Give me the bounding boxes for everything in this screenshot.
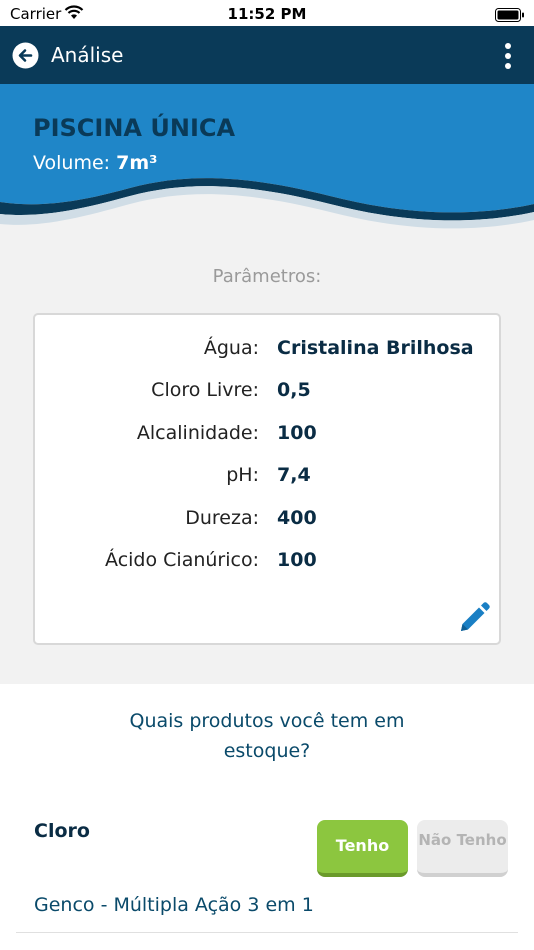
not-have-button[interactable]: Não Tenho (417, 820, 508, 877)
param-label: pH: (226, 464, 259, 486)
param-row-alcalinidade: Alcalinidade: 100 (35, 422, 499, 452)
have-button[interactable]: Tenho (317, 820, 408, 877)
param-value: 7,4 (277, 464, 311, 486)
param-label: Alcalinidade: (136, 422, 259, 444)
param-label: Dureza: (185, 507, 259, 529)
pool-header: PISCINA ÚNICA Volume: 7m³ (0, 84, 534, 240)
param-row-cloro-livre: Cloro Livre: 0,5 (35, 379, 499, 409)
param-row-acido-cianurico: Ácido Cianúrico: 100 (35, 549, 499, 579)
more-vertical-icon (505, 43, 511, 69)
arrow-left-circle-icon (12, 42, 39, 69)
volume-label: Volume: (33, 152, 111, 174)
pool-name: PISCINA ÚNICA (33, 114, 236, 142)
param-value: 100 (277, 549, 317, 571)
status-time: 11:52 PM (227, 5, 307, 23)
product-category: Cloro (34, 820, 90, 842)
pencil-icon (461, 602, 490, 631)
param-value: 400 (277, 507, 317, 529)
param-label: Água: (203, 337, 259, 359)
pool-volume: Volume: 7m³ (33, 152, 157, 174)
nav-bar: Análise (0, 26, 534, 84)
param-value: Cristalina Brilhosa (277, 337, 474, 359)
param-row-ph: pH: 7,4 (35, 464, 499, 494)
more-options-button[interactable] (496, 40, 520, 72)
param-value: 0,5 (277, 379, 311, 401)
back-button[interactable] (12, 42, 39, 69)
param-value: 100 (277, 422, 317, 444)
volume-value: 7m³ (116, 152, 158, 174)
parameters-title: Parâmetros: (212, 266, 322, 287)
stock-section: Quais produtos você tem em estoque? Clor… (0, 684, 534, 950)
parameters-card: Água: Cristalina Brilhosa Cloro Livre: 0… (33, 313, 501, 645)
param-row-agua: Água: Cristalina Brilhosa (35, 337, 499, 367)
battery-icon (495, 7, 525, 26)
edit-parameters-button[interactable] (457, 601, 491, 635)
stock-question: Quais produtos você tem em estoque? (129, 710, 405, 762)
product-name[interactable]: Genco - Múltipla Ação 3 em 1 (34, 894, 314, 916)
param-label: Ácido Cianúrico: (105, 549, 259, 571)
param-row-dureza: Dureza: 400 (35, 507, 499, 537)
param-label: Cloro Livre: (151, 379, 259, 401)
divider (16, 932, 518, 933)
page-title: Análise (51, 43, 124, 67)
status-bar: Carrier 11:52 PM (0, 0, 534, 26)
